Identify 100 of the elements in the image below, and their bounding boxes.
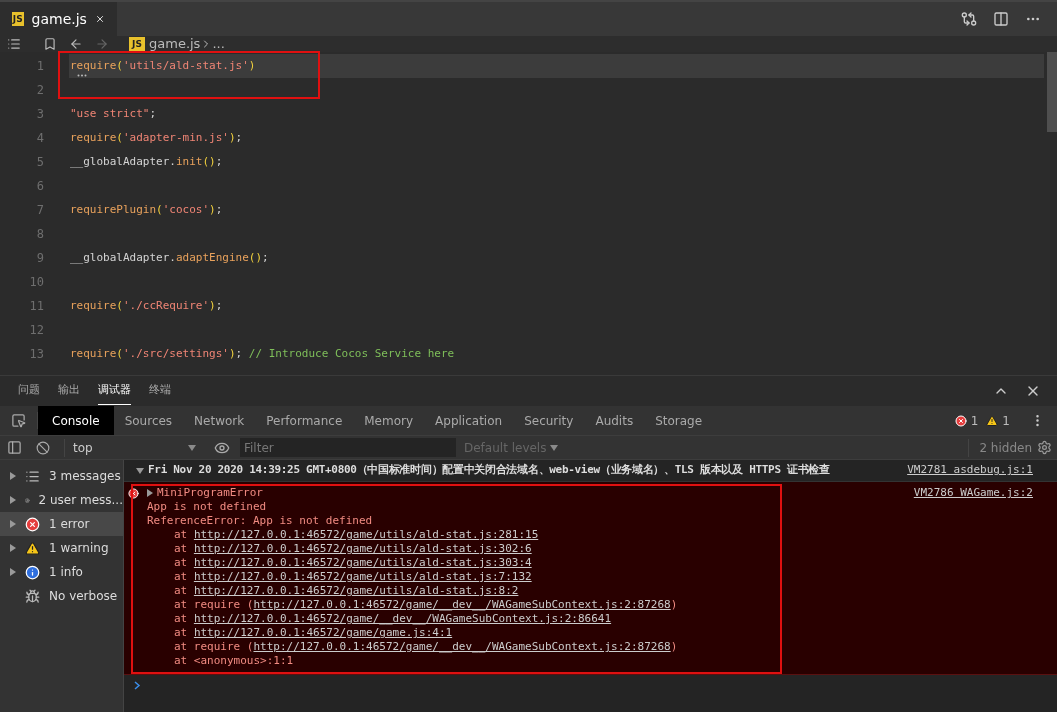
devtools-tab[interactable]: Console xyxy=(38,406,114,435)
devtools-tab[interactable]: Performance xyxy=(255,406,354,435)
tab-label: game.js xyxy=(31,9,87,29)
stack-frame: at http://127.0.0.1:46572/game/utils/ald-stat.js:302:6 xyxy=(147,542,678,556)
devtools-tab[interactable]: Storage xyxy=(644,406,714,435)
breadcrumb-file[interactable]: game.js xyxy=(149,34,201,54)
line-number: 12 xyxy=(28,322,44,339)
stack-link[interactable]: http://127.0.0.1:46572/game/utils/ald-stat.js:7:132 xyxy=(193,570,532,583)
line-number: 3 xyxy=(35,106,44,123)
fold-ellipsis-icon[interactable] xyxy=(77,74,87,77)
error-title[interactable]: MiniProgramError xyxy=(157,486,263,500)
code-line: require('./ccRequire'); xyxy=(69,297,224,314)
group-header: Fri Nov 20 2020 14:39:25 GMT+0800（中国标准时间）配置中关闭合法域名、web-view（业务域名）、TLS 版本以及 HTTPS 证书检查 xyxy=(148,462,830,479)
code-line: "use strict"; xyxy=(69,105,158,122)
dropdown-icon xyxy=(550,444,559,451)
back-icon[interactable] xyxy=(69,37,83,51)
caret-icon[interactable] xyxy=(10,472,16,480)
warning-icon xyxy=(25,540,40,556)
devtools-tab[interactable]: Audits xyxy=(584,406,645,435)
sidebar-item[interactable]: 1 warning xyxy=(0,536,123,560)
devtools-tab[interactable]: Network xyxy=(183,406,256,435)
caret-icon xyxy=(147,489,153,497)
stack-frame: at http://127.0.0.1:46572/game/__dev__/WAGameSubContext.js:2:86641 xyxy=(147,612,678,626)
caret-icon[interactable] xyxy=(10,496,16,504)
stack-link[interactable]: http://127.0.0.1:46572/game/__dev__/WAGameSubContext.js:2:87268 xyxy=(253,640,671,653)
expanded-icon[interactable] xyxy=(136,467,144,474)
line-number: 13 xyxy=(28,346,44,363)
stack-frame: at http://127.0.0.1:46572/game/game.js:4:1 xyxy=(147,626,678,640)
stack-frame: at require (http://127.0.0.1:46572/game/__dev__/WAGameSubContext.js:2:87268) xyxy=(147,598,678,612)
line-number: 1 xyxy=(35,58,44,75)
sidebar-item[interactable]: 2 user mess... xyxy=(0,488,123,512)
inspect-icon[interactable] xyxy=(11,413,26,428)
settings-icon[interactable] xyxy=(1037,440,1052,455)
outline-icon[interactable] xyxy=(7,37,21,51)
dropdown-icon xyxy=(188,444,196,451)
stack-link[interactable]: http://127.0.0.1:46572/game/utils/ald-stat.js:281:15 xyxy=(193,528,539,541)
stack-frame: at require (http://127.0.0.1:46572/game/__dev__/WAGameSubContext.js:2:87268) xyxy=(147,640,678,654)
stack-link[interactable]: http://127.0.0.1:46572/game/__dev__/WAGameSubContext.js:2:86641 xyxy=(193,612,612,625)
js-file-icon: JS xyxy=(129,37,145,51)
line-number: 6 xyxy=(35,178,44,195)
panel-tab[interactable]: 问题 xyxy=(18,377,40,405)
line-number: 2 xyxy=(35,82,44,99)
stack-frame: at http://127.0.0.1:46572/game/utils/ald-stat.js:303:4 xyxy=(147,556,678,570)
caret-icon[interactable] xyxy=(10,568,16,576)
code-line: requirePlugin('cocos'); xyxy=(69,201,224,218)
panel-tab[interactable]: 输出 xyxy=(58,377,80,405)
error-message: App is not defined xyxy=(147,500,268,514)
line-number: 10 xyxy=(28,274,44,291)
context-select[interactable]: top xyxy=(64,438,204,457)
prompt-icon xyxy=(134,681,141,690)
devtools-tab[interactable]: Application xyxy=(424,406,514,435)
line-number: 5 xyxy=(35,154,44,171)
sidebar-item[interactable]: 1 info xyxy=(0,560,123,584)
editor-tab[interactable]: JS game.js xyxy=(0,2,117,36)
stack-frame: at http://127.0.0.1:46572/game/utils/ald-stat.js:8:2 xyxy=(147,584,678,598)
breadcrumb-more[interactable]: ... xyxy=(212,34,225,54)
error-icon xyxy=(25,516,40,532)
error-icon xyxy=(954,414,967,427)
line-number: 9 xyxy=(35,250,44,267)
stack-frame: at http://127.0.0.1:46572/game/utils/ald-stat.js:7:132 xyxy=(147,570,678,584)
sidebar-item[interactable]: No verbose xyxy=(0,584,123,608)
panel-tab[interactable]: 终端 xyxy=(149,377,171,405)
js-file-icon: JS xyxy=(12,12,24,26)
split-editor-icon[interactable] xyxy=(993,11,1009,27)
filter-field[interactable]: Filter xyxy=(240,438,456,457)
panel-tab[interactable]: 调试器 xyxy=(98,377,131,405)
sidebar-item[interactable]: 3 messages xyxy=(0,464,123,488)
stack-link[interactable]: http://127.0.0.1:46572/game/utils/ald-stat.js:302:6 xyxy=(193,542,532,555)
error-count: 1 xyxy=(970,412,979,430)
stack-frame: at http://127.0.0.1:46572/game/utils/ald-stat.js:281:15 xyxy=(147,528,678,542)
exception-text: ReferenceError: App is not defined xyxy=(147,514,374,528)
code-line: __globalAdapter.adaptEngine(); xyxy=(69,249,270,266)
list-icon xyxy=(25,468,40,484)
stack-link[interactable]: http://127.0.0.1:46572/game/game.js:4:1 xyxy=(193,626,453,639)
devtools-tab[interactable]: Memory xyxy=(353,406,425,435)
code-line: require('./src/settings'); // Introduce Cocos Service here xyxy=(69,345,456,362)
warning-count: 1 xyxy=(1002,412,1010,430)
stack-link[interactable]: http://127.0.0.1:46572/game/__dev__/WAGameSubContext.js:2:87268 xyxy=(253,598,671,611)
devtools-tab[interactable]: Security xyxy=(513,406,585,435)
line-number: 11 xyxy=(28,298,44,315)
bug-icon xyxy=(25,588,40,604)
info-icon xyxy=(25,564,40,580)
clear-icon[interactable] xyxy=(36,440,50,455)
stack-link[interactable]: http://127.0.0.1:46572/game/utils/ald-stat.js:8:2 xyxy=(193,584,519,597)
caret-icon[interactable] xyxy=(10,520,16,528)
source-link[interactable]: VM2786 WAGame.js:2 xyxy=(913,486,1033,500)
caret-icon[interactable] xyxy=(10,544,16,552)
line-number: 4 xyxy=(35,130,44,147)
bookmark-icon[interactable] xyxy=(43,37,57,51)
line-number: 8 xyxy=(35,226,44,243)
code-line: __globalAdapter.init(); xyxy=(69,153,224,170)
compare-icon[interactable] xyxy=(961,11,977,27)
sidebar-toggle-icon[interactable] xyxy=(7,440,22,455)
stack-link[interactable]: http://127.0.0.1:46572/game/utils/ald-stat.js:303:4 xyxy=(193,556,532,569)
code-line: require('adapter-min.js'); xyxy=(69,129,244,146)
line-number: 7 xyxy=(35,202,44,219)
devtools-tab[interactable]: Sources xyxy=(113,406,184,435)
sidebar-item[interactable]: 1 error xyxy=(0,512,123,536)
source-link[interactable]: VM2781 asdebug.js:1 xyxy=(907,462,1033,479)
scrollbar-thumb[interactable] xyxy=(1047,52,1057,132)
